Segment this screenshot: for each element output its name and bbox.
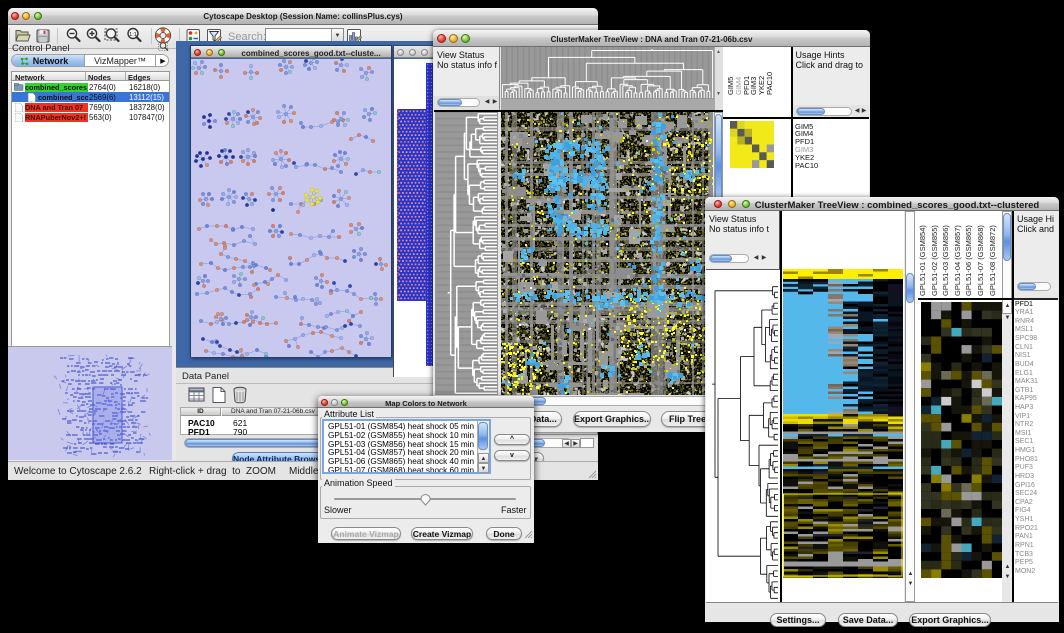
svg-text:1:1: 1:1 bbox=[129, 32, 137, 38]
